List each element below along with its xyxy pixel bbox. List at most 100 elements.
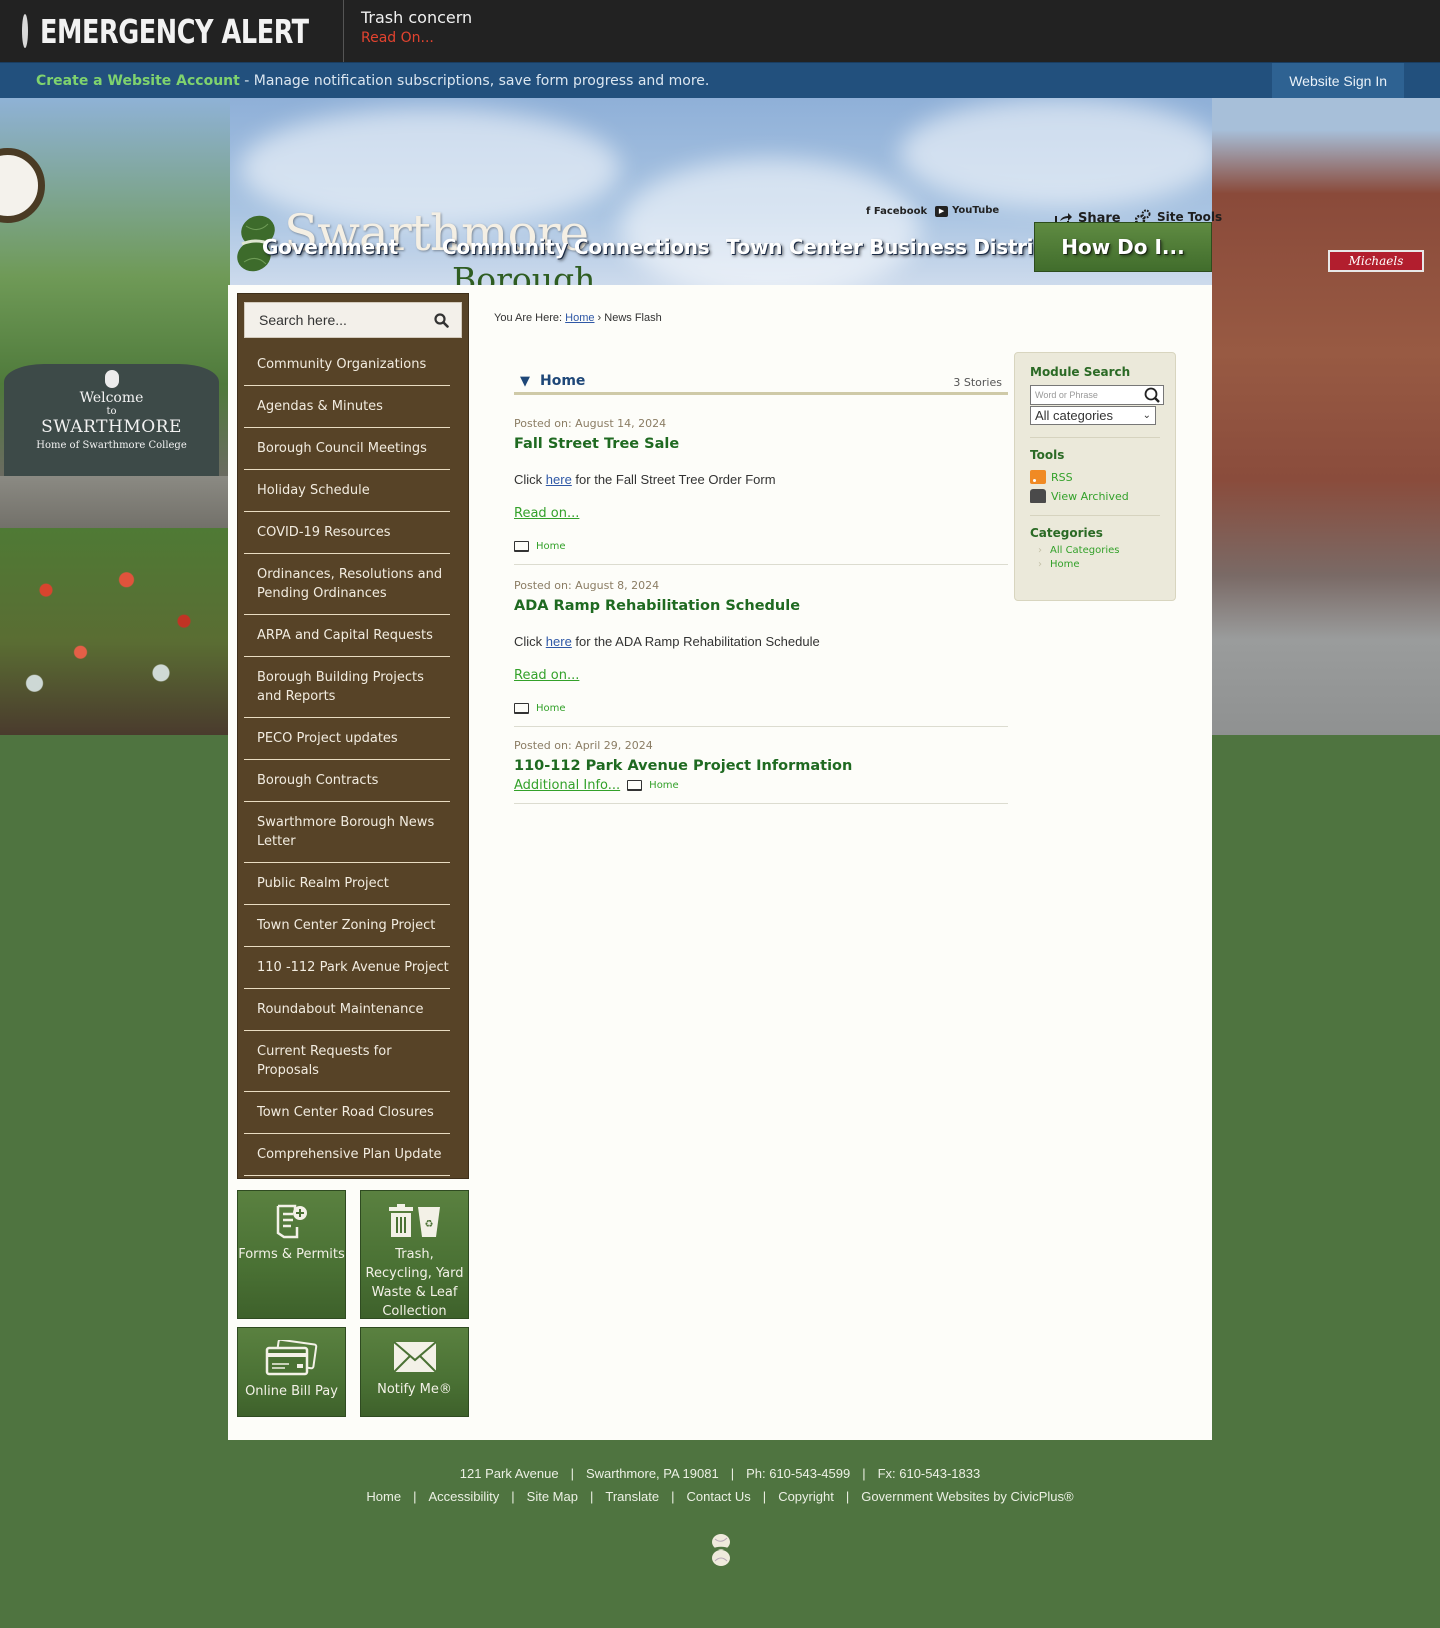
sidebar-item-road-closures[interactable]: Town Center Road Closures: [257, 1105, 434, 1120]
sidebar-item-community-organizations[interactable]: Community Organizations: [257, 357, 426, 372]
story-body-link[interactable]: here: [546, 472, 572, 487]
sidebar-item-covid-19-resources[interactable]: COVID-19 Resources: [257, 525, 391, 540]
story-body-link[interactable]: here: [546, 634, 572, 649]
sidebar-item[interactable]: Borough Contracts: [244, 760, 450, 802]
news-flash-list: ▼ Home 3 Stories Posted on: August 14, 20…: [514, 373, 1008, 804]
read-on-link[interactable]: Read on...: [514, 506, 579, 521]
create-account-link[interactable]: Create a Website Account: [36, 73, 240, 89]
sidebar-item[interactable]: Holiday Schedule: [244, 470, 450, 512]
additional-info-link[interactable]: Additional Info...: [514, 778, 620, 793]
sidebar-item[interactable]: PECO Project updates: [244, 718, 450, 760]
sidebar-item[interactable]: Swarthmore Borough News Letter: [244, 802, 450, 863]
sidebar-item[interactable]: Public Realm Project: [244, 863, 450, 905]
story-title[interactable]: Fall Street Tree Sale: [514, 436, 1008, 452]
story-body-text: Click: [514, 634, 546, 649]
story-category: Home: [514, 541, 1008, 552]
sidebar-item-requests-for-proposals[interactable]: Current Requests for Proposals: [257, 1044, 392, 1078]
footer-link-accessibility[interactable]: Accessibility: [428, 1489, 499, 1504]
module-search-field: [1030, 385, 1164, 405]
tile-forms-permits[interactable]: Forms & Permits: [237, 1190, 346, 1319]
footer-link-copyright[interactable]: Copyright: [778, 1489, 834, 1504]
chevron-down-icon: ⌄: [1142, 410, 1151, 421]
tile-online-bill-pay[interactable]: Online Bill Pay: [237, 1327, 346, 1417]
footer-link-home[interactable]: Home: [366, 1489, 401, 1504]
sidebar-item[interactable]: Roundabout Maintenance: [244, 989, 450, 1031]
category-item-home[interactable]: Home: [1038, 559, 1160, 570]
sidebar-item[interactable]: Agendas & Minutes: [244, 386, 450, 428]
sidebar-item-zoning-project[interactable]: Town Center Zoning Project: [257, 918, 435, 933]
flower-bed: [0, 528, 230, 735]
sidebar-search-input[interactable]: [259, 312, 419, 328]
category-item-all[interactable]: All Categories: [1038, 545, 1160, 556]
view-archived-link[interactable]: View Archived: [1030, 489, 1160, 503]
footer-link-site-map[interactable]: Site Map: [527, 1489, 578, 1504]
social-links: f Facebook ▶ YouTube: [866, 205, 999, 217]
sidebar-item[interactable]: Community Organizations: [244, 344, 450, 386]
credit-card-icon: [265, 1340, 317, 1376]
trash-recycle-icon: ♻: [388, 1204, 440, 1237]
footer-link-contact-us[interactable]: Contact Us: [686, 1489, 750, 1504]
story-posted-date: Posted on: August 8, 2024: [514, 579, 660, 592]
sidebar-item[interactable]: Current Requests for Proposals: [244, 1031, 450, 1092]
rss-link[interactable]: RSS: [1030, 470, 1160, 484]
nav-community-connections[interactable]: Community Connections: [442, 235, 710, 259]
sidebar-item-ordinances[interactable]: Ordinances, Resolutions and Pending Ordi…: [257, 567, 442, 601]
sidebar-item-roundabout-maintenance[interactable]: Roundabout Maintenance: [257, 1002, 424, 1017]
sidebar-item-park-avenue-project[interactable]: 110 -112 Park Avenue Project: [257, 960, 449, 975]
footer-link-translate[interactable]: Translate: [605, 1489, 659, 1504]
sidebar-item-agendas-minutes[interactable]: Agendas & Minutes: [257, 399, 383, 414]
sidebar-item[interactable]: Borough Building Projects and Reports: [244, 657, 450, 718]
sidebar-item-peco-updates[interactable]: PECO Project updates: [257, 731, 398, 746]
youtube-link[interactable]: ▶ YouTube: [935, 205, 999, 217]
story-category-link[interactable]: Home: [536, 541, 566, 552]
facebook-link[interactable]: f Facebook: [866, 206, 927, 217]
tile-trash-recycling[interactable]: ♻ Trash, Recycling, Yard Waste & Leaf Co…: [360, 1190, 469, 1319]
alert-read-on-link[interactable]: Read On...: [361, 30, 434, 46]
sidebar-item[interactable]: Comprehensive Plan Update: [244, 1134, 450, 1176]
breadcrumb-home-link[interactable]: Home: [565, 312, 594, 324]
story-category-link[interactable]: Home: [536, 703, 566, 714]
sidebar-item[interactable]: COVID-19 Resources: [244, 512, 450, 554]
sidebar-item[interactable]: Town Center Road Closures: [244, 1092, 450, 1134]
sidebar-item-borough-council-meetings[interactable]: Borough Council Meetings: [257, 441, 427, 456]
sidebar-item[interactable]: Town Center Zoning Project: [244, 905, 450, 947]
footer-link-civicplus[interactable]: Government Websites by CivicPlus®: [861, 1489, 1073, 1504]
sidebar-item-building-projects[interactable]: Borough Building Projects and Reports: [257, 670, 424, 704]
sidebar-item-public-realm-project[interactable]: Public Realm Project: [257, 876, 389, 891]
sidebar-item-borough-contracts[interactable]: Borough Contracts: [257, 773, 378, 788]
search-icon[interactable]: [1143, 387, 1161, 403]
tile-notify-me[interactable]: Notify Me®: [360, 1327, 469, 1417]
sidebar-item[interactable]: ARPA and Capital Requests: [244, 615, 450, 657]
sidebar-item-arpa-capital-requests[interactable]: ARPA and Capital Requests: [257, 628, 433, 643]
welcome-sign-photo: Welcome to SWARTHMORE Home of Swarthmore…: [0, 98, 230, 735]
rss-label: RSS: [1051, 470, 1073, 484]
emergency-alert-bar: EMERGENCY ALERT Trash concern Read On...: [0, 0, 1440, 62]
nav-how-do-i[interactable]: How Do I...: [1034, 222, 1212, 272]
read-on-link[interactable]: Read on...: [514, 668, 579, 683]
sidebar-item[interactable]: Ordinances, Resolutions and Pending Ordi…: [244, 554, 450, 615]
divider: [1030, 437, 1160, 438]
sidebar-item-holiday-schedule[interactable]: Holiday Schedule: [257, 483, 370, 498]
news-category-toggle[interactable]: ▼ Home: [520, 373, 585, 389]
category-select[interactable]: All categories ⌄: [1030, 406, 1156, 425]
nav-government[interactable]: Government: [262, 235, 398, 259]
footer-separator: |: [862, 1466, 866, 1481]
story-title[interactable]: ADA Ramp Rehabilitation Schedule: [514, 598, 1008, 614]
footer-s-logo-icon[interactable]: [710, 1533, 732, 1567]
story-title[interactable]: 110-112 Park Avenue Project Information: [514, 758, 1008, 774]
sidebar: Community Organizations Agendas & Minute…: [237, 293, 469, 1179]
breadcrumb-prefix: You Are Here:: [494, 312, 566, 324]
sidebar-item-news-letter[interactable]: Swarthmore Borough News Letter: [257, 815, 434, 849]
story-category-link[interactable]: Home: [649, 780, 679, 791]
sidebar-item[interactable]: 110 -112 Park Avenue Project: [244, 947, 450, 989]
sidebar-item-comprehensive-plan[interactable]: Comprehensive Plan Update: [257, 1147, 442, 1162]
footer-address: 121 Park Avenue | Swarthmore, PA 19081 | Ph:…: [0, 1466, 1440, 1481]
website-sign-in-button[interactable]: Website Sign In: [1272, 63, 1404, 98]
alert-message-text: Trash concern: [361, 8, 473, 27]
news-story: Posted on: August 8, 2024 ADA Ramp Rehab…: [514, 565, 1008, 727]
module-search-input[interactable]: [1035, 390, 1135, 400]
search-icon[interactable]: [434, 312, 449, 328]
sidebar-item[interactable]: Borough Council Meetings: [244, 428, 450, 470]
module-search-title: Module Search: [1030, 365, 1131, 379]
nav-town-center-business-district[interactable]: Town Center Business District: [726, 235, 1054, 259]
